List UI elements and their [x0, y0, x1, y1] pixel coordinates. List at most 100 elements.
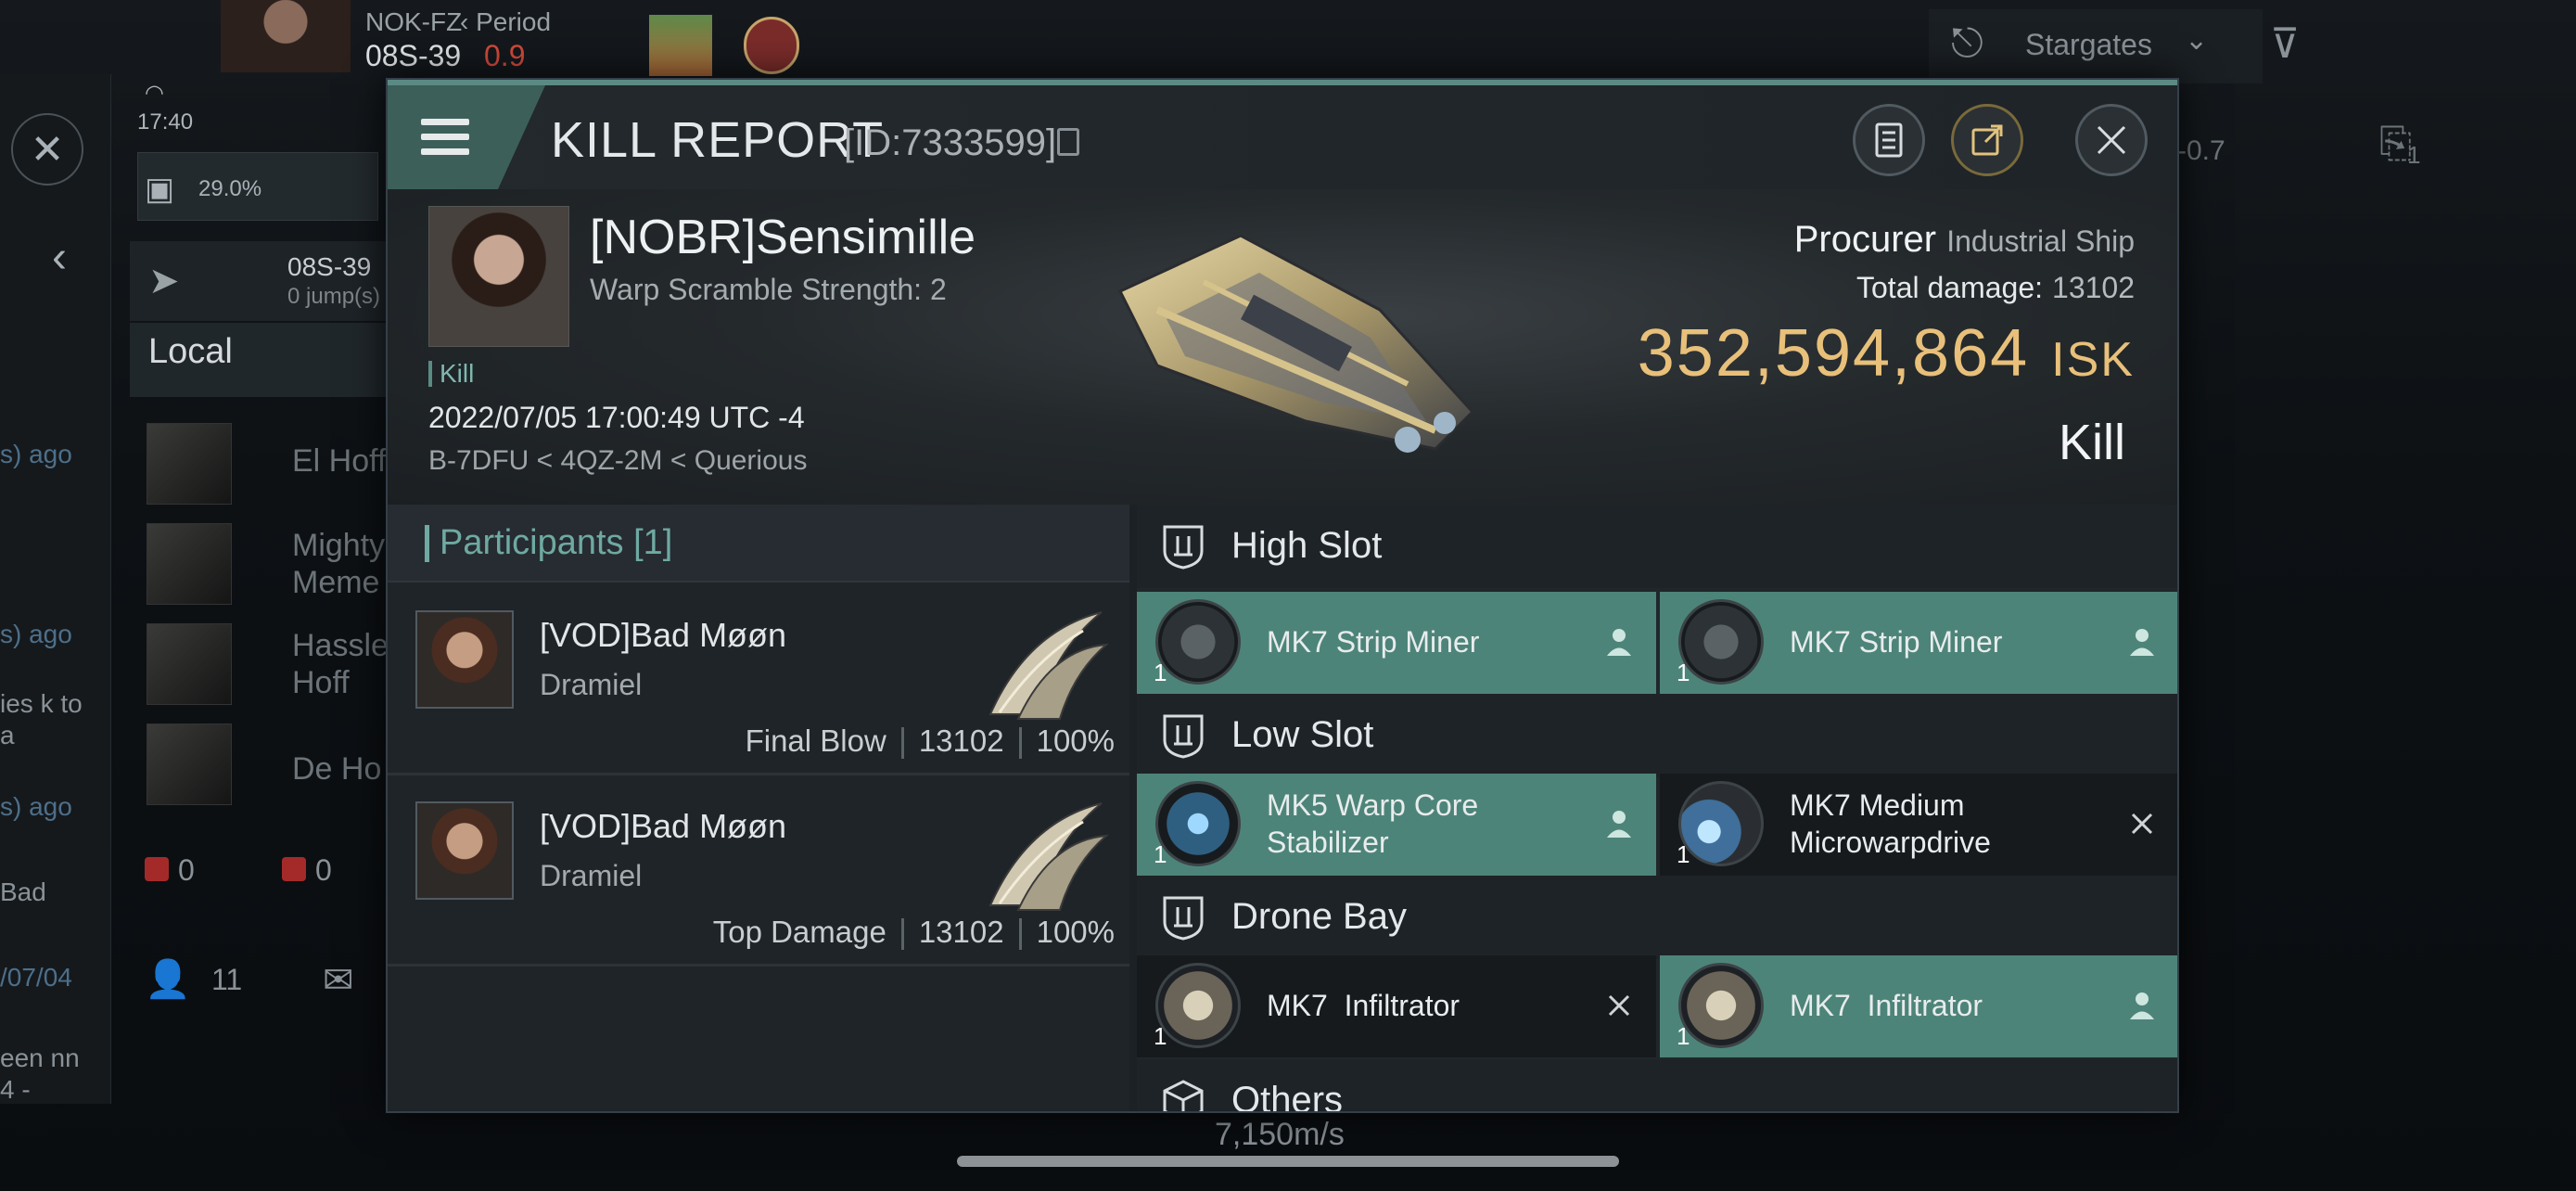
victim-name[interactable]: [NOBR]Sensimille	[590, 210, 976, 265]
module-name: MK7 Strip Miner	[1790, 625, 2003, 659]
filter-icon[interactable]: ⊽	[2270, 20, 2300, 68]
kill-location[interactable]: B-7DFU < 4QZ-2M < Querious	[428, 445, 807, 477]
home-indicator[interactable]	[957, 1156, 1619, 1167]
chat-row[interactable]: El Hoff	[139, 417, 408, 510]
participant-percent: 100%	[1036, 915, 1115, 949]
participant-ship: Dramiel	[540, 859, 643, 892]
module-name: MK7 Medium Microwarpdrive	[1790, 788, 1991, 859]
close-chat-icon[interactable]: ✕	[11, 113, 83, 186]
minus-count: 0	[315, 853, 332, 887]
divider	[900, 918, 904, 951]
chat-name: El Hoff	[292, 443, 387, 479]
menu-button[interactable]	[388, 85, 545, 189]
members-icon[interactable]: 👤	[145, 957, 191, 1001]
cargo-percent: 29.0%	[198, 176, 262, 201]
result-label: Kill	[2058, 415, 2125, 470]
kill-tag: Kill	[428, 361, 474, 387]
chat-snippet: s) ago	[0, 440, 72, 468]
chat-row[interactable]: Hassle Hoff	[139, 618, 408, 711]
participants-panel: Participants [1] [VOD]Bad Møøn Dramiel F…	[388, 505, 1129, 1111]
player-portrait[interactable]	[221, 0, 351, 72]
kill-id: [ID:7333599]	[844, 122, 1057, 163]
victim-section: [NOBR]Sensimille Warp Scramble Strength:…	[388, 189, 2177, 505]
isk-unit: ISK	[2051, 333, 2135, 387]
participant-row[interactable]: [VOD]Bad Møøn Dramiel Top Damage 13102 100…	[388, 775, 1129, 967]
victim-portrait[interactable]	[428, 206, 569, 347]
drone-bay-title: Drone Bay	[1231, 896, 1407, 937]
chat-row[interactable]: De Ho	[139, 718, 408, 811]
nav-jumps: 0 jump(s)	[287, 284, 381, 309]
module-qty: 1	[1154, 840, 1167, 868]
avatar	[147, 523, 232, 605]
drone-bay-header: Drone Bay	[1137, 876, 2177, 959]
ship-type: Procurer	[1793, 219, 1937, 260]
strip-miner-icon	[1155, 599, 1241, 685]
participants-title: Participants [1]	[440, 523, 673, 562]
module-item[interactable]: 1 MK7 Strip Miner	[1137, 592, 1656, 694]
module-item[interactable]: 1 MK7 Medium Microwarpdrive	[1660, 774, 2177, 876]
divider	[900, 727, 904, 760]
avatar	[147, 423, 232, 505]
right-value: -0.7	[2177, 135, 2225, 166]
alert-count: 0	[178, 853, 195, 887]
drone-icon	[1678, 963, 1764, 1048]
chat-snippet: s) ago	[0, 792, 72, 821]
module-qty: 1	[1154, 659, 1167, 686]
cargo-icon: ▣	[145, 172, 175, 207]
ship-name[interactable]: Procurer Industrial Ship	[1794, 219, 2135, 261]
report-button[interactable]	[1853, 104, 1925, 176]
mail-icon[interactable]: ✉	[323, 959, 354, 1002]
participant-damage: 13102	[918, 915, 1004, 949]
warp-scramble-strength: Warp Scramble Strength: 2	[590, 273, 947, 306]
isk-value: 352,594,864 ISK	[1638, 315, 2135, 391]
kill-datetime: 2022/07/05 17:00:49 UTC -4	[428, 401, 805, 434]
hamburger-icon	[421, 119, 469, 125]
nav-system: 08S-39	[287, 252, 372, 281]
low-slot-title: Low Slot	[1231, 714, 1374, 755]
share-button[interactable]	[1951, 104, 2023, 176]
copy-id-icon[interactable]	[1057, 128, 1079, 156]
module-item[interactable]: 1 MK7 Infiltrator	[1137, 955, 1656, 1057]
participant-name: [VOD]Bad Møøn	[540, 616, 787, 654]
participants-accent	[425, 525, 429, 562]
participant-row[interactable]: [VOD]Bad Møøn Dramiel Final Blow 13102 100…	[388, 584, 1129, 775]
navigate-icon[interactable]: ➤	[148, 260, 180, 302]
kill-report-modal: KILL REPORT [ID:7333599] [NOBR]Sensimill…	[386, 78, 2179, 1113]
alert-icon	[145, 857, 169, 881]
dropped-person-icon	[1607, 811, 1631, 838]
close-button[interactable]	[2075, 104, 2148, 176]
module-item[interactable]: 1 MK7 Infiltrator	[1660, 955, 2177, 1057]
shield-slot-icon	[1163, 525, 1204, 570]
chat-row[interactable]: Mighty Meme	[139, 518, 408, 610]
avatar	[147, 724, 232, 805]
members-count: 11	[211, 963, 243, 996]
period-text: Period	[476, 7, 552, 36]
modal-header: KILL REPORT [ID:7333599]	[388, 85, 2177, 189]
collapse-arrow-icon[interactable]: ‹	[52, 232, 67, 283]
microwarpdrive-icon	[1678, 781, 1764, 866]
total-damage: Total damage: 13102	[1856, 271, 2135, 305]
destroyed-x-icon	[1608, 994, 1630, 1017]
participant-role: Top Damage	[712, 915, 886, 949]
participants-header: Participants [1]	[388, 505, 1129, 583]
participant-stats: Top Damage 13102 100%	[712, 915, 1115, 951]
module-item[interactable]: 1 MK7 Strip Miner	[1660, 592, 2177, 694]
module-qty: 1	[1677, 840, 1690, 868]
dropped-person-icon	[1607, 629, 1631, 656]
participant-stats: Final Blow 13102 100%	[746, 724, 1115, 760]
strip-miner-icon	[1678, 599, 1764, 685]
avatar	[147, 623, 232, 705]
avatar	[415, 801, 514, 900]
period-label: ‹ Period	[460, 7, 552, 36]
chevron-down-icon: ⌄	[2185, 25, 2209, 56]
chat-snippet: Bad	[0, 877, 46, 906]
chat-snippet: ies k to a	[0, 689, 83, 749]
chat-snippet: /07/04	[0, 963, 72, 992]
participant-ship-image	[988, 611, 1109, 720]
module-item[interactable]: 1 MK5 Warp Core Stabilizer	[1137, 774, 1656, 876]
participant-name: [VOD]Bad Møøn	[540, 807, 787, 845]
ship-image	[1117, 234, 1475, 453]
dropped-person-icon	[2130, 992, 2154, 1019]
cube-icon	[1163, 1080, 1204, 1111]
others-header: Others	[1137, 1059, 2177, 1111]
